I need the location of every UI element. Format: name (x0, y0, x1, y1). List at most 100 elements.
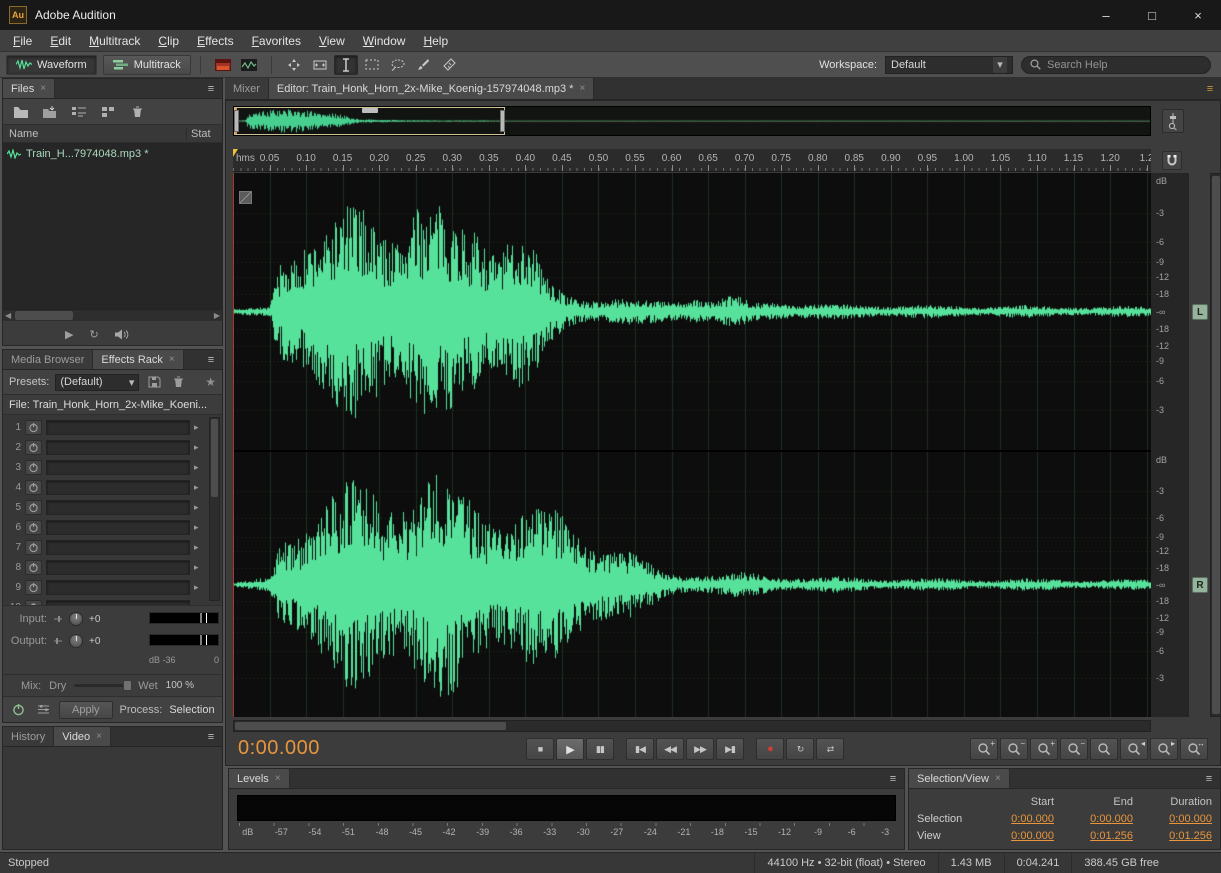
new-container-icon[interactable] (99, 104, 117, 120)
selection-start-value[interactable]: 0:00.000 (977, 813, 1056, 825)
zoom-out-button[interactable]: − (1000, 738, 1028, 760)
fast-forward-button[interactable]: ▶▶ (686, 738, 714, 760)
zoom-navigator-icon[interactable] (1162, 109, 1184, 133)
view-duration-value[interactable]: 0:01.256 (1135, 830, 1214, 842)
zoom-in-right-selection-button[interactable]: ▸ (1150, 738, 1178, 760)
auto-play-button[interactable] (115, 329, 129, 340)
zoom-in-horizontal-button[interactable]: + (1030, 738, 1058, 760)
effect-slot[interactable] (46, 540, 190, 555)
spectral-frequency-display-icon[interactable] (211, 55, 235, 75)
maximize-button[interactable]: □ (1129, 0, 1175, 30)
menu-item-help[interactable]: Help (414, 34, 457, 48)
skip-to-end-button[interactable]: ▶▮ (716, 738, 744, 760)
marquee-selection-tool-icon[interactable] (360, 55, 384, 75)
panel-menu-icon[interactable]: ≡ (200, 350, 222, 369)
overview-view-box[interactable] (234, 107, 505, 135)
process-value[interactable]: Selection C (169, 704, 216, 716)
skip-selection-button[interactable]: ⇄ (816, 738, 844, 760)
time-display[interactable]: 0:00.000 (238, 737, 320, 760)
panel-menu-icon[interactable]: ≡ (1199, 78, 1221, 99)
scrollbar-thumb[interactable] (15, 311, 73, 320)
effect-slot-arrow[interactable]: ▸ (194, 562, 204, 573)
scrollbar-thumb[interactable] (235, 722, 506, 730)
spot-healing-brush-tool-icon[interactable] (438, 55, 462, 75)
scrollbar-thumb[interactable] (211, 419, 218, 497)
horizontal-scrollbar[interactable] (233, 720, 1151, 732)
record-button[interactable]: ● (756, 738, 784, 760)
zoom-to-selection-button[interactable]: ↔ (1180, 738, 1208, 760)
tab-mixer[interactable]: Mixer (225, 78, 269, 99)
overview-right-handle[interactable] (500, 110, 505, 132)
menu-item-favorites[interactable]: Favorites (243, 34, 310, 48)
files-horizontal-scrollbar[interactable]: ◀ ▶ (3, 309, 222, 321)
effect-slot-arrow[interactable]: ▸ (194, 522, 204, 533)
tab-media-browser[interactable]: Media Browser (3, 350, 93, 369)
save-preset-icon[interactable] (145, 374, 163, 390)
rack-power-icon[interactable] (9, 702, 27, 718)
preset-select[interactable]: (Default) ▾ (55, 374, 139, 391)
selection-end-value[interactable]: 0:00.000 (1056, 813, 1135, 825)
zoom-in-button[interactable]: + (970, 738, 998, 760)
left-channel-badge[interactable]: L (1192, 304, 1208, 320)
waveform-overview[interactable] (233, 106, 1151, 136)
view-start-value[interactable]: 0:00.000 (977, 830, 1056, 842)
menu-item-window[interactable]: Window (354, 34, 415, 48)
panel-menu-icon[interactable]: ≡ (200, 727, 222, 746)
input-gain-value[interactable]: +0 (89, 614, 100, 625)
scroll-right-icon[interactable]: ▶ (214, 311, 220, 320)
effect-power-button[interactable] (25, 560, 42, 575)
effect-power-button[interactable] (25, 440, 42, 455)
input-gain-knob[interactable] (69, 612, 83, 626)
tab-selection-view[interactable]: Selection/View × (909, 769, 1010, 788)
preview-play-button[interactable]: ▶ (65, 328, 73, 341)
effect-slot-arrow[interactable]: ▸ (194, 502, 204, 513)
tab-history[interactable]: History (3, 727, 54, 746)
hud-gain-icon[interactable] (239, 191, 252, 204)
menu-item-clip[interactable]: Clip (149, 34, 188, 48)
effect-slot-arrow[interactable]: ▸ (194, 582, 204, 593)
workspace-select[interactable]: Default ▾ (885, 56, 1013, 74)
effect-slot-arrow[interactable]: ▸ (194, 482, 204, 493)
view-list-icon[interactable] (70, 104, 88, 120)
tab-close-icon[interactable]: × (96, 731, 102, 742)
wet-value[interactable]: 100 % (166, 680, 194, 691)
files-column-headers[interactable]: Name Stat (3, 125, 222, 143)
tab-effects-rack[interactable]: Effects Rack × (93, 350, 183, 369)
slots-scrollbar[interactable] (209, 417, 220, 601)
zoom-reset-button[interactable] (1090, 738, 1118, 760)
close-button[interactable]: × (1175, 0, 1221, 30)
menu-item-edit[interactable]: Edit (41, 34, 80, 48)
waveform-left-channel[interactable] (233, 173, 1151, 450)
overview-left-handle[interactable] (234, 110, 239, 132)
output-gain-knob[interactable] (69, 634, 83, 648)
vertical-scrollbar[interactable] (1210, 173, 1221, 717)
effect-slot[interactable] (46, 500, 190, 515)
effect-power-button[interactable] (25, 500, 42, 515)
pause-button[interactable]: ▮▮ (586, 738, 614, 760)
file-list-item[interactable]: Train_H...7974048.mp3 * (3, 145, 222, 163)
overview-drag-grip[interactable] (362, 108, 378, 113)
tab-editor[interactable]: Editor: Train_Honk_Horn_2x-Mike_Koenig-1… (269, 78, 594, 99)
scroll-left-icon[interactable]: ◀ (5, 311, 11, 320)
zoom-in-left-selection-button[interactable]: ◂ (1120, 738, 1148, 760)
paintbrush-tool-icon[interactable] (412, 55, 436, 75)
import-media-icon[interactable] (41, 104, 59, 120)
menu-item-multitrack[interactable]: Multitrack (80, 34, 149, 48)
tab-close-icon[interactable]: × (40, 83, 46, 94)
tab-close-icon[interactable]: × (169, 354, 175, 365)
tab-close-icon[interactable]: × (995, 773, 1001, 784)
effect-slot[interactable] (46, 420, 190, 435)
play-button[interactable]: ▶ (556, 738, 584, 760)
open-file-icon[interactable] (12, 104, 30, 120)
effect-power-button[interactable] (25, 540, 42, 555)
effect-slot[interactable] (46, 560, 190, 575)
rack-settings-icon[interactable] (34, 702, 52, 718)
panel-menu-icon[interactable]: ≡ (200, 79, 222, 98)
effect-slot-arrow[interactable]: ▸ (194, 462, 204, 473)
waveform-view-button[interactable]: Waveform (6, 55, 97, 75)
effect-power-button[interactable] (25, 480, 42, 495)
tab-close-icon[interactable]: × (579, 83, 585, 94)
apply-button[interactable]: Apply (59, 701, 113, 719)
column-name[interactable]: Name (3, 128, 186, 140)
skip-to-start-button[interactable]: ▮◀ (626, 738, 654, 760)
